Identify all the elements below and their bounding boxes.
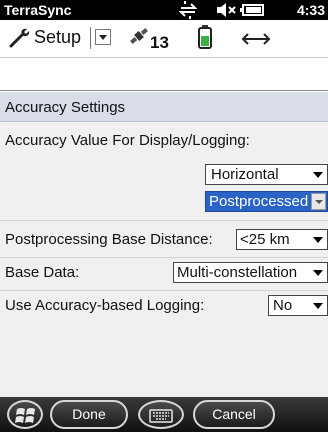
accuracy-logging-dropdown[interactable]: No (268, 295, 328, 316)
satellite-icon[interactable] (128, 25, 150, 47)
setup-menu-button[interactable]: Setup (4, 25, 124, 51)
setup-label: Setup (34, 27, 82, 47)
base-data-value: Multi-constellation (177, 264, 298, 281)
accuracy-mode-dropdown[interactable]: Postprocessed (205, 191, 328, 212)
accuracy-logging-label: Use Accuracy-based Logging: (5, 297, 205, 314)
base-distance-label: Postprocessing Base Distance: (5, 231, 213, 248)
connectivity-icon[interactable] (177, 0, 199, 20)
done-label: Done (72, 406, 106, 422)
chevron-down-icon (313, 270, 323, 276)
volume-muted-icon[interactable] (215, 0, 237, 20)
accuracy-mode-value: Postprocessed (209, 193, 309, 210)
battery-icon[interactable] (240, 0, 266, 20)
base-data-dropdown[interactable]: Multi-constellation (173, 262, 328, 283)
keyboard-button[interactable] (138, 400, 184, 429)
base-distance-value: <25 km (240, 231, 290, 248)
blank-strip (0, 58, 328, 91)
keyboard-icon (149, 409, 173, 423)
base-data-label: Base Data: (5, 264, 80, 281)
windows-logo-icon (15, 408, 35, 423)
accuracy-value-label: Accuracy Value For Display/Logging: (5, 132, 250, 149)
divider (90, 27, 91, 49)
setup-dropdown-arrow[interactable] (95, 29, 111, 45)
toolbar: Setup 13 (0, 20, 328, 58)
accuracy-type-dropdown[interactable]: Horizontal (205, 164, 328, 185)
horizontal-arrows-icon[interactable] (240, 27, 272, 47)
start-button[interactable] (7, 400, 43, 429)
base-distance-dropdown[interactable]: <25 km (236, 229, 328, 250)
dropdown-button[interactable] (311, 193, 326, 210)
accuracy-logging-value: No (273, 297, 293, 314)
done-button[interactable]: Done (50, 400, 128, 429)
section-title: Accuracy Settings (5, 99, 126, 116)
cancel-button[interactable]: Cancel (193, 400, 275, 429)
divider (0, 220, 328, 221)
chevron-down-icon (313, 172, 323, 178)
chevron-down-icon (313, 303, 323, 309)
chevron-down-icon (313, 237, 323, 243)
app-title: TerraSync (4, 2, 72, 18)
settings-panel: Accuracy Settings Accuracy Value For Dis… (0, 92, 328, 397)
section-header: Accuracy Settings (0, 92, 328, 122)
satellite-count: 13 (150, 33, 169, 52)
clock[interactable]: 4:33 (297, 2, 325, 18)
divider (0, 257, 328, 258)
accuracy-type-value: Horizontal (211, 166, 279, 183)
divider (0, 290, 328, 291)
wrench-icon (9, 28, 30, 48)
bottom-bar: Done Cancel (0, 397, 328, 432)
receiver-battery-icon[interactable] (197, 24, 213, 50)
cancel-label: Cancel (212, 406, 256, 422)
status-bar: TerraSync 4:33 (0, 0, 328, 20)
